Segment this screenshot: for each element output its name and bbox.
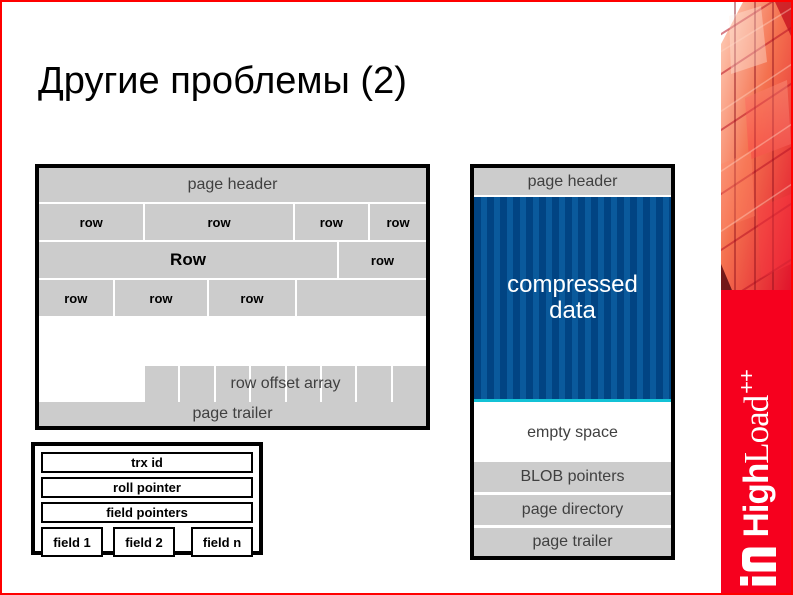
row-offset-cell: [321, 366, 356, 402]
empty-space-label: empty space: [527, 423, 618, 441]
compressed-data-line-1: compressed: [507, 270, 638, 298]
right-page-header-label: page header: [527, 172, 618, 190]
brand-high-text: High: [736, 463, 776, 537]
row-strip-3: row row row: [39, 280, 426, 316]
row-cell: row: [39, 204, 144, 240]
left-page-header-band: page header: [39, 168, 426, 202]
row-cell: row: [209, 280, 295, 316]
row-offset-array-cells: [145, 366, 426, 402]
record-field-1: field 1: [41, 527, 103, 557]
row-cell: row: [114, 280, 208, 316]
slide-canvas: Другие проблемы (2) page header row row …: [0, 0, 793, 595]
row-offset-cell: [145, 366, 179, 402]
highload-logo-rotor: High Load ++: [721, 290, 791, 593]
highload-wordmark: High Load ++: [733, 369, 776, 537]
right-page-trailer-label: page trailer: [532, 533, 613, 550]
record-layout-diagram: trx id roll pointer field pointers field…: [31, 442, 263, 557]
row-offset-cell: [251, 366, 285, 402]
row-offset-cell: [286, 366, 320, 402]
record-row-field-pointers: field pointers: [41, 502, 253, 523]
record-field-2: field 2: [113, 527, 175, 557]
left-page-header-label: page header: [187, 176, 278, 193]
abstract-architecture-image: [721, 2, 791, 302]
row-cell: row: [39, 280, 113, 316]
blob-pointers-label: BLOB pointers: [520, 468, 625, 485]
uncompressed-page-diagram: page header row row row row Row row row …: [35, 164, 430, 430]
compressed-page-diagram: page header compressed data empty space …: [470, 164, 675, 560]
row-cell: row: [294, 204, 369, 240]
brand-load-text: Load: [736, 395, 776, 464]
record-field-n: field n: [191, 527, 253, 557]
bar-chart-icon: [740, 547, 776, 585]
right-page-header-band: page header: [474, 168, 671, 195]
row-strip-2: Row row: [39, 242, 426, 278]
page-directory-band: page directory: [474, 495, 671, 525]
blob-pointers-band: BLOB pointers: [474, 462, 671, 492]
row-offset-cell: [357, 366, 391, 402]
row-cell: row: [370, 204, 426, 240]
row-cell: row: [338, 242, 426, 278]
right-rail: High Load ++: [721, 2, 791, 593]
page-title: Другие проблемы (2): [38, 60, 407, 102]
row-strip-1: row row row row: [39, 204, 426, 240]
record-row-roll-pointer: roll pointer: [41, 477, 253, 498]
empty-space-band: empty space: [474, 405, 671, 460]
row-cell: row: [145, 204, 293, 240]
row-cell-empty: [296, 280, 426, 316]
brand-plusplus-text: ++: [733, 369, 759, 394]
row-offset-cell: [180, 366, 214, 402]
right-page-trailer-band: page trailer: [474, 528, 671, 556]
highload-logo: High Load ++: [721, 290, 791, 593]
compressed-data-label: compressed data: [507, 270, 638, 325]
left-page-trailer-band: page trailer: [39, 402, 426, 426]
compressed-data-line-2: data: [549, 297, 596, 324]
row-offset-cell: [215, 366, 250, 402]
rail-art-graphic: [721, 2, 791, 302]
page-directory-label: page directory: [521, 501, 624, 518]
record-row-trx-id: trx id: [41, 452, 253, 473]
record-fields-strip: field 1 field 2 field n: [41, 527, 253, 557]
field-spacer: [103, 527, 113, 557]
row-offset-cell: [392, 366, 426, 402]
left-page-trailer-label: page trailer: [192, 405, 273, 422]
field-spacer-wide: [175, 527, 191, 557]
row-cell-large: Row: [39, 242, 337, 278]
compressed-data-band: compressed data: [474, 197, 671, 402]
